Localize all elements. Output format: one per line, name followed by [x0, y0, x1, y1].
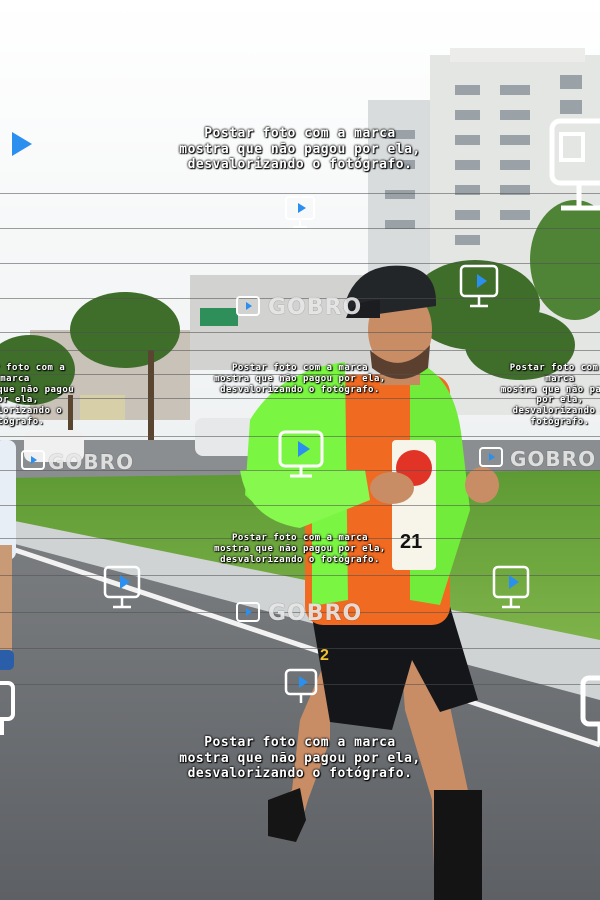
watermark-logo: GOBRO: [268, 295, 363, 320]
watermark-line: [0, 648, 600, 649]
camera-icon: [0, 681, 15, 735]
watermark-line: [0, 193, 600, 194]
photo: 2 21 Postar foto com a marca mostra que …: [0, 0, 600, 900]
watermark-line: [0, 350, 600, 351]
watermark-line: [0, 263, 600, 264]
watermark-message: Postar foto com a marca mostra que não p…: [179, 126, 421, 173]
camera-icon: [479, 447, 503, 467]
watermark-logo: GOBRO: [268, 601, 363, 626]
watermark-line: [0, 505, 600, 506]
camera-icon: [285, 196, 315, 228]
play-icon: [12, 132, 32, 156]
camera-icon: [284, 668, 318, 703]
watermark-line: [0, 332, 600, 333]
camera-icon: [103, 565, 141, 609]
watermark-message: Postar foto com a marca mostra que não p…: [500, 363, 600, 427]
camera-icon: [549, 118, 600, 211]
camera-icon: [236, 602, 260, 622]
camera-icon: [278, 430, 324, 478]
watermark-message: Postar foto com a marca mostra que não p…: [214, 363, 386, 395]
bib-number: 21: [400, 531, 422, 553]
shorts-number: 2: [320, 647, 329, 664]
camera-icon: [459, 264, 499, 308]
watermark-message: Postar foto com a marca mostra que não p…: [179, 735, 421, 782]
camera-icon: [580, 675, 600, 743]
camera-icon: [21, 450, 45, 470]
watermark-logo: GOBRO: [510, 447, 597, 471]
camera-icon: [492, 565, 530, 609]
watermark-message: Postar foto com a marca mostra que não p…: [0, 363, 75, 427]
camera-icon: [236, 296, 260, 316]
watermark-logo: GOBRO: [48, 450, 135, 474]
watermark-message: Postar foto com a marca mostra que não p…: [214, 533, 386, 565]
